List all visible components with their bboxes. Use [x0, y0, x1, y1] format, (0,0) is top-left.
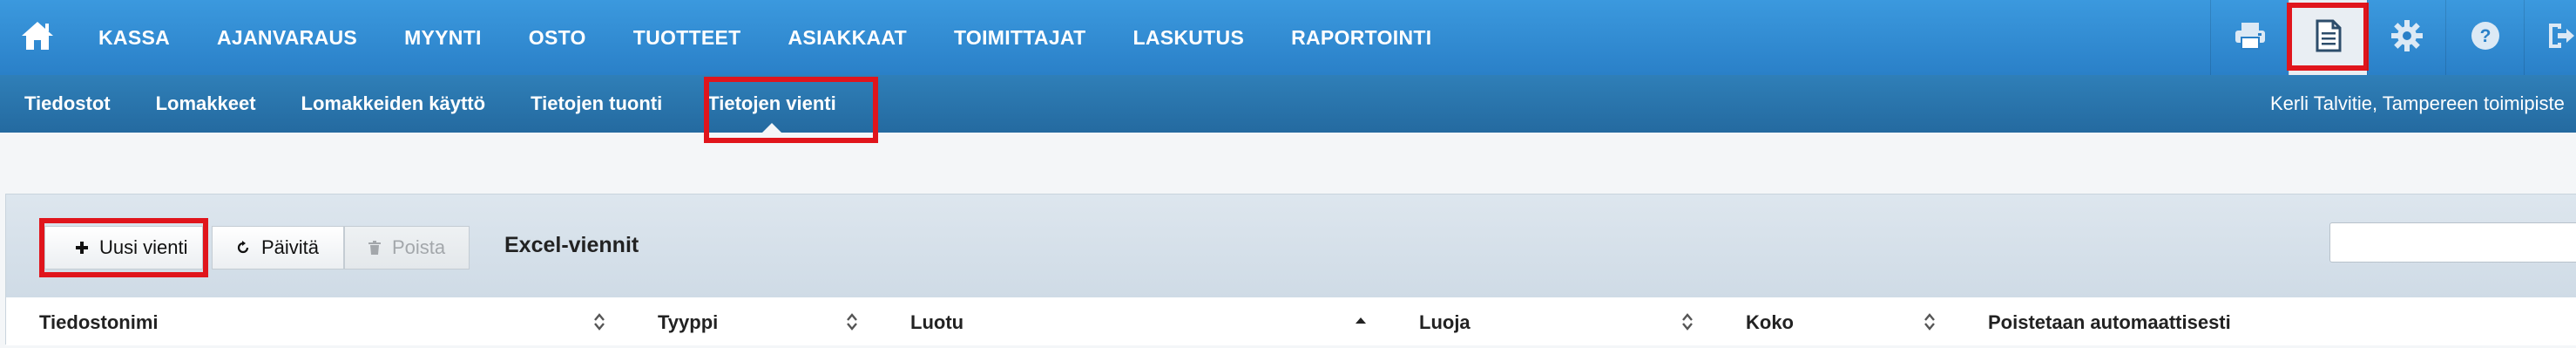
main-nav-asiakkaat[interactable]: ASIAKKAAT	[765, 0, 930, 75]
refresh-button[interactable]: Päivitä	[212, 226, 344, 270]
panel-title: Excel-viennit	[504, 233, 639, 257]
refresh-label: Päivitä	[261, 236, 320, 258]
main-nav-osto[interactable]: OSTO	[505, 0, 610, 75]
main-nav-kassa[interactable]: KASSA	[75, 0, 193, 75]
sub-nav-tiedostot[interactable]: Tiedostot	[0, 75, 133, 133]
home-button[interactable]	[0, 0, 75, 75]
logout-icon	[2546, 21, 2575, 55]
column-header-koko[interactable]: Koko	[1713, 297, 1955, 345]
new-export-label: Uusi vienti	[99, 236, 188, 258]
top-navigation-bar: KASSA AJANVARAUS MYYNTI OSTO TUOTTEET AS…	[0, 0, 2576, 76]
settings-button[interactable]	[2367, 0, 2445, 75]
sort-icon	[1924, 312, 1936, 331]
main-nav-ajanvaraus[interactable]: AJANVARAUS	[193, 0, 381, 75]
column-label: Poistetaan automaattisesti	[1988, 311, 2231, 333]
refresh-icon	[235, 240, 251, 256]
column-label: Luotu	[910, 311, 964, 333]
sub-navigation-bar: Tiedostot Lomakkeet Lomakkeiden käyttö T…	[0, 75, 2576, 143]
main-menu: KASSA AJANVARAUS MYYNTI OSTO TUOTTEET AS…	[75, 0, 1455, 75]
column-label: Tyyppi	[658, 311, 719, 333]
sort-icon	[846, 312, 858, 331]
delete-button[interactable]: Poista	[344, 226, 470, 270]
printer-icon	[2234, 21, 2267, 55]
sub-nav-tietojen-tuonti[interactable]: Tietojen tuonti	[508, 75, 685, 133]
gear-icon	[2390, 19, 2424, 57]
panel-header: Uusi vienti Päivitä Poista Excel-viennit	[6, 194, 2576, 298]
column-label: Koko	[1746, 311, 1794, 333]
user-info[interactable]: Kerli Talvitie, Tampereen toimipiste	[2270, 75, 2565, 133]
sort-ascending-icon	[1355, 312, 1367, 330]
main-nav-myynti[interactable]: MYYNTI	[381, 0, 505, 75]
sort-icon	[593, 312, 605, 331]
main-nav-tuotteet[interactable]: TUOTTEET	[610, 0, 765, 75]
plus-icon	[75, 241, 89, 255]
help-icon: ?	[2470, 20, 2501, 56]
column-label: Tiedostonimi	[39, 311, 159, 333]
document-icon	[2315, 19, 2343, 57]
delete-label: Poista	[392, 236, 446, 258]
sort-icon	[1681, 312, 1694, 331]
search-input[interactable]	[2329, 222, 2576, 263]
sub-nav-tietojen-vienti[interactable]: Tietojen vienti	[685, 75, 859, 133]
help-button[interactable]: ?	[2445, 0, 2524, 75]
table-header-row: Tiedostonimi Tyyppi Luotu Luoja Koko Poi…	[6, 297, 2576, 345]
main-nav-toimittajat[interactable]: TOIMITTAJAT	[930, 0, 1110, 75]
column-header-tyyppi[interactable]: Tyyppi	[625, 297, 877, 345]
column-header-luotu[interactable]: Luotu	[877, 297, 1386, 345]
sub-menu: Tiedostot Lomakkeet Lomakkeiden käyttö T…	[0, 75, 859, 133]
home-icon	[20, 19, 55, 57]
documents-button[interactable]	[2287, 0, 2369, 75]
column-label: Luoja	[1419, 311, 1471, 333]
svg-text:?: ?	[2479, 26, 2491, 46]
excel-exports-panel: Uusi vienti Päivitä Poista Excel-viennit…	[5, 194, 2576, 345]
print-button[interactable]	[2210, 0, 2289, 75]
sub-nav-lomakkeiden-kaytto[interactable]: Lomakkeiden käyttö	[279, 75, 509, 133]
main-nav-raportointi[interactable]: RAPORTOINTI	[1268, 0, 1455, 75]
column-header-tiedostonimi[interactable]: Tiedostonimi	[6, 297, 625, 345]
column-header-luoja[interactable]: Luoja	[1386, 297, 1713, 345]
toolbar-icons: ?	[2210, 0, 2576, 75]
new-export-button[interactable]: Uusi vienti	[44, 226, 203, 270]
logout-button[interactable]	[2524, 0, 2576, 75]
column-header-poistetaan-automaattisesti[interactable]: Poistetaan automaattisesti	[1955, 297, 2576, 345]
main-nav-laskutus[interactable]: LASKUTUS	[1109, 0, 1268, 75]
trash-icon	[368, 240, 382, 256]
sub-nav-lomakkeet[interactable]: Lomakkeet	[133, 75, 279, 133]
